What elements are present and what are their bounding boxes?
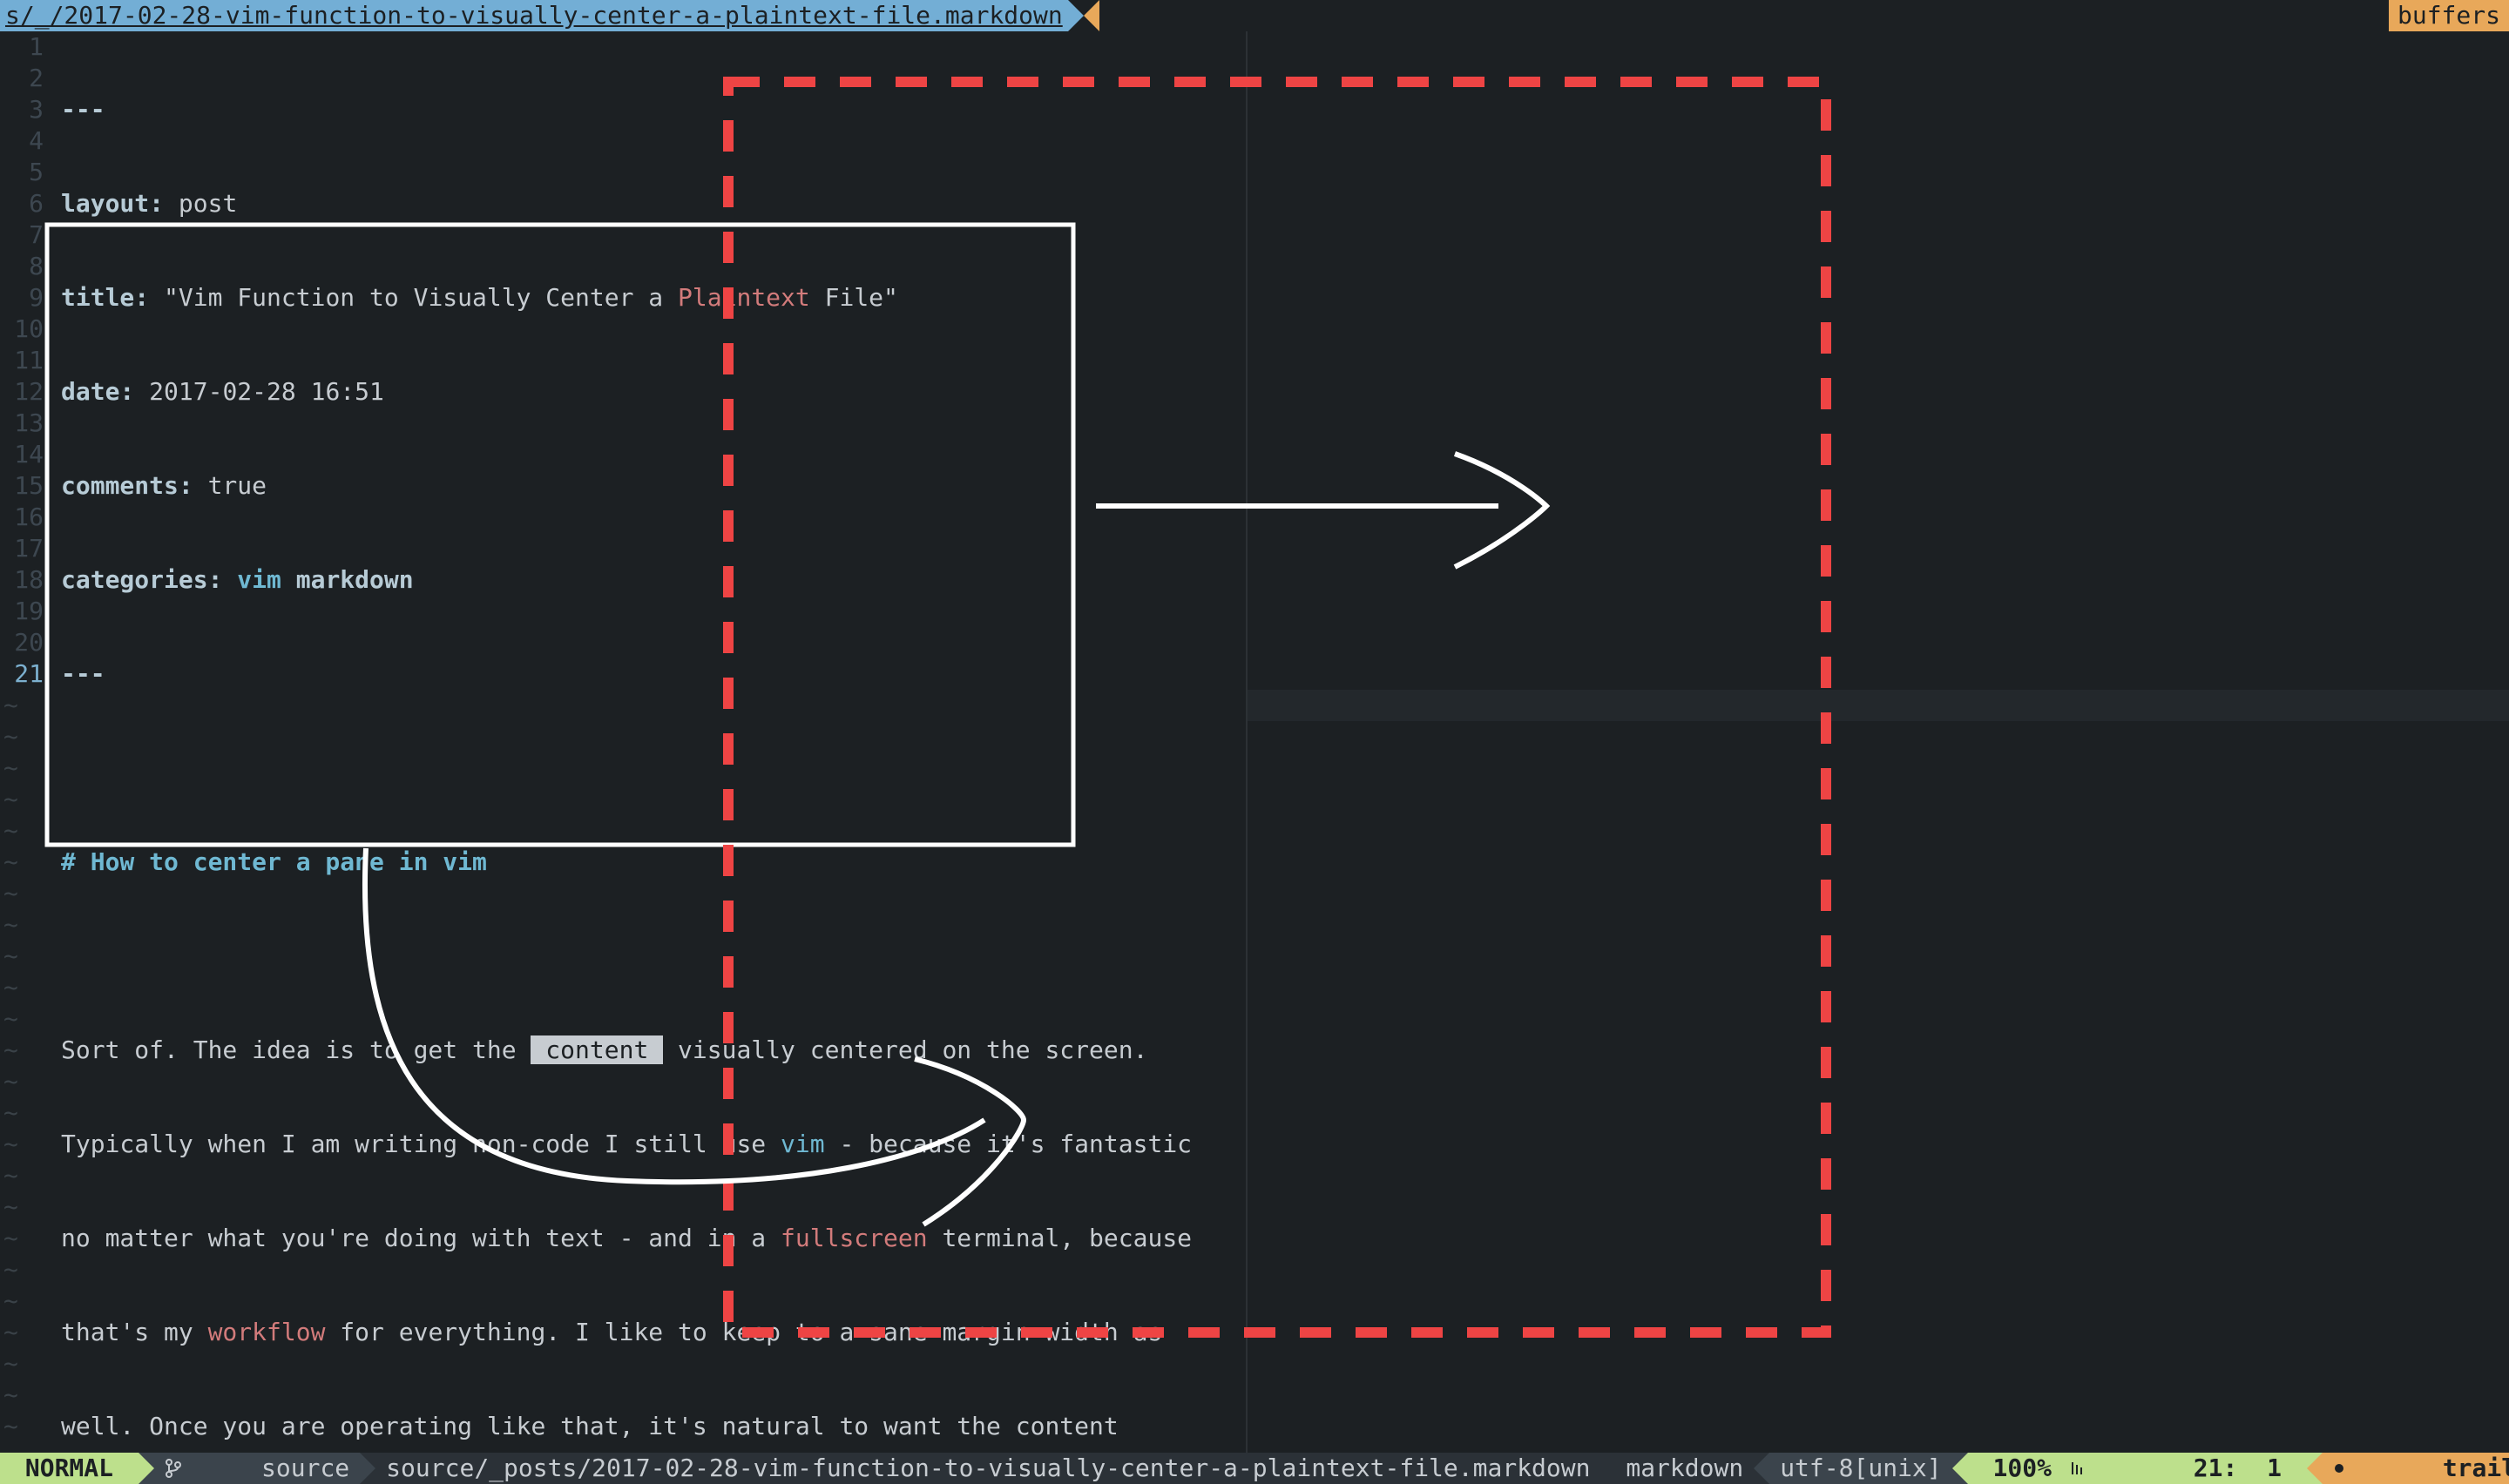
tilde-empty-line: ~ (0, 690, 18, 721)
line-number: 8 (0, 251, 52, 282)
line-number: 7 (0, 219, 52, 251)
cursor-line-right (1248, 690, 2509, 721)
trailing-whitespace-warning: trailing[16] (2323, 1453, 2509, 1484)
separator-icon (360, 1453, 375, 1484)
tilde-empty-line: ~ (0, 1160, 18, 1191)
tilde-empty-line: ~ (0, 1223, 18, 1254)
tilde-empty-line: ~ (0, 1411, 18, 1442)
line-number: 20 (0, 627, 52, 658)
line-number: 4 (0, 125, 52, 157)
empty-line-tildes: ~~~~~~~~~~~~~~~~~~~~~~~~~ (0, 690, 18, 1453)
line-number-gutter: 123456789101112131415161718192021 (0, 31, 52, 690)
editor-pane-right[interactable] (1248, 31, 2509, 1453)
git-branch-segment: source (154, 1453, 360, 1484)
line-number: 17 (0, 533, 52, 564)
tilde-empty-line: ~ (0, 815, 18, 847)
git-branch-name: source (261, 1453, 349, 1484)
line-number: 6 (0, 188, 52, 219)
separator-icon (1952, 1453, 1968, 1484)
code-area[interactable]: --- layout: post title: "Vim Function to… (61, 31, 1246, 1453)
line-number: 21 (0, 658, 52, 690)
tilde-empty-line: ~ (0, 909, 18, 941)
tilde-empty-line: ~ (0, 1348, 18, 1379)
separator-icon (2307, 1453, 2323, 1484)
tilde-empty-line: ~ (0, 1129, 18, 1160)
tilde-empty-line: ~ (0, 972, 18, 1003)
line-number: 5 (0, 157, 52, 188)
line-number: 12 (0, 376, 52, 408)
line-number: 13 (0, 408, 52, 439)
tilde-empty-line: ~ (0, 878, 18, 909)
cursor-position: 21: 1 (2168, 1453, 2307, 1484)
line-number: 3 (0, 94, 52, 125)
separator-icon (139, 1453, 154, 1484)
line-number: 1 (0, 31, 52, 63)
line-number: 18 (0, 564, 52, 596)
line-number: 11 (0, 345, 52, 376)
file-path: source/_posts/2017-02-28-vim-function-to… (375, 1453, 1615, 1484)
tilde-empty-line: ~ (0, 721, 18, 752)
tilde-empty-line: ~ (0, 784, 18, 815)
tilde-empty-line: ~ (0, 1097, 18, 1129)
highlighted-word: content (531, 1035, 663, 1064)
tilde-empty-line: ~ (0, 1442, 18, 1453)
tilde-empty-line: ~ (0, 1254, 18, 1285)
percent-segment: 100% (1968, 1453, 2168, 1484)
tilde-empty-line: ~ (0, 1379, 18, 1411)
line-number: 15 (0, 470, 52, 502)
tab-active[interactable]: s/_/2017-02-28-vim-function-to-visually-… (0, 0, 1068, 31)
tilde-empty-line: ~ (0, 941, 18, 972)
line-number: 2 (0, 63, 52, 94)
tilde-empty-line: ~ (0, 1191, 18, 1223)
editor-pane-left[interactable]: 123456789101112131415161718192021 --- la… (0, 31, 1246, 1453)
encoding-segment: utf-8[unix] (1769, 1453, 1951, 1484)
tab-separator-icon (1068, 0, 1084, 31)
tab-bar: s/_/2017-02-28-vim-function-to-visually-… (0, 0, 2509, 31)
line-number: 10 (0, 314, 52, 345)
separator-icon (1754, 1453, 1769, 1484)
tilde-empty-line: ~ (0, 847, 18, 878)
tilde-empty-line: ~ (0, 752, 18, 784)
tilde-empty-line: ~ (0, 1317, 18, 1348)
tilde-empty-line: ~ (0, 1066, 18, 1097)
tilde-empty-line: ~ (0, 1285, 18, 1317)
status-line: NORMAL source source/_posts/2017-02-28-v… (0, 1453, 2509, 1484)
buffers-label[interactable]: buffers (2389, 0, 2509, 31)
line-number: 16 (0, 502, 52, 533)
tilde-empty-line: ~ (0, 1035, 18, 1066)
tilde-empty-line: ~ (0, 1003, 18, 1035)
filetype-segment: markdown (1615, 1453, 1754, 1484)
line-number: 14 (0, 439, 52, 470)
buffers-separator-icon (1084, 0, 1099, 31)
editor: 123456789101112131415161718192021 --- la… (0, 31, 2509, 1453)
line-number: 19 (0, 596, 52, 627)
line-number: 9 (0, 282, 52, 314)
mode-indicator: NORMAL (0, 1453, 139, 1484)
frontmatter-delim: --- (61, 95, 105, 124)
